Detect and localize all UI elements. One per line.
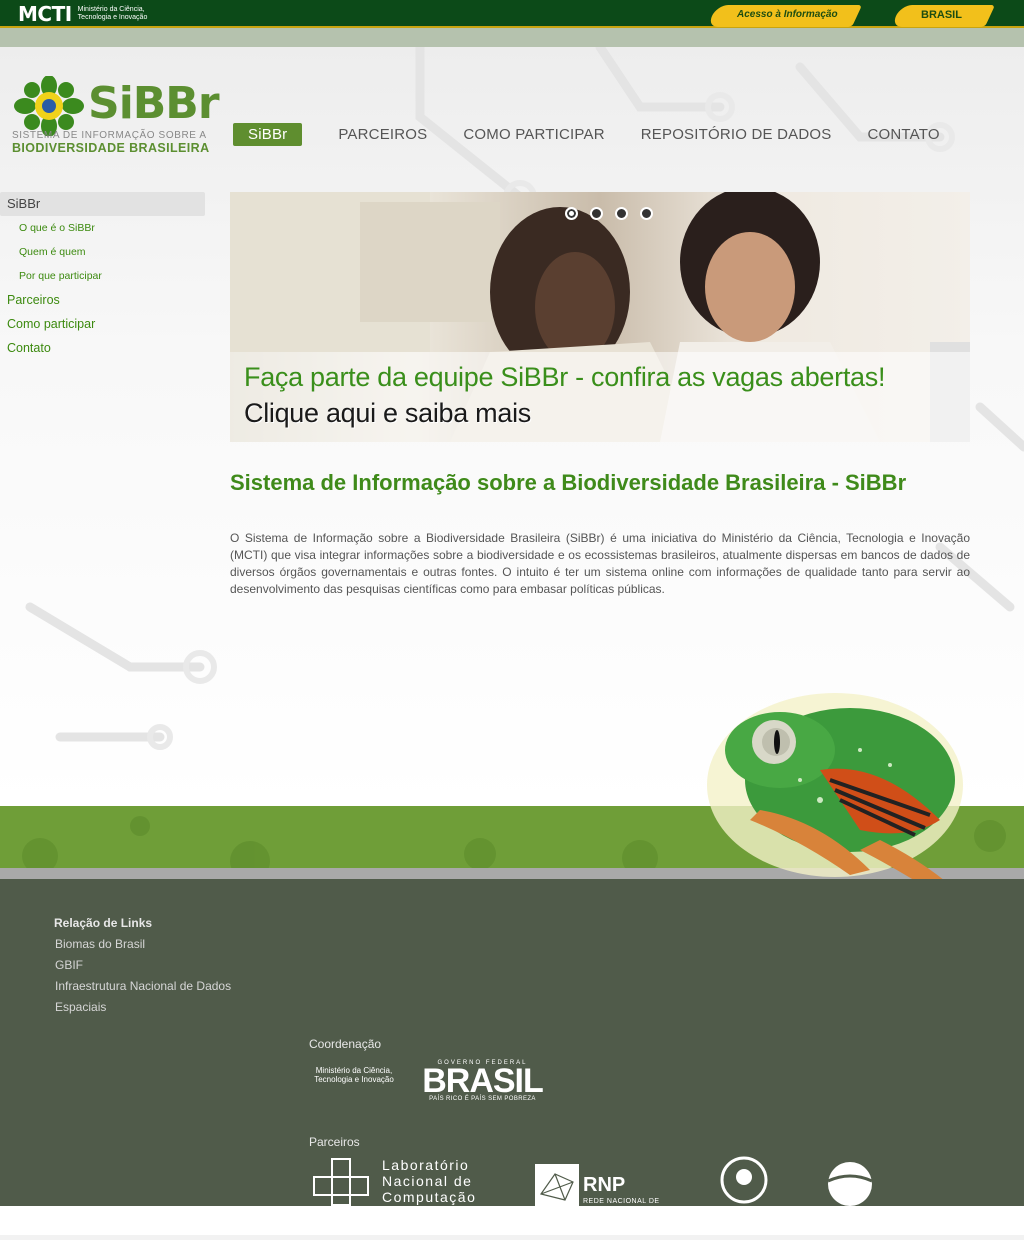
intro-paragraph: O Sistema de Informação sobre a Biodiver… xyxy=(230,531,970,596)
nav-item-repositorio[interactable]: REPOSITÓRIO DE DADOS xyxy=(641,124,832,145)
mcti-logo-text: MCTI xyxy=(18,2,72,26)
logo-tagline-2: BIODIVERSIDADE BRASILEIRA xyxy=(12,141,210,155)
sidebar-subitem-quem-e-quem[interactable]: Quem é quem xyxy=(0,240,205,264)
sidebar-item-parceiros[interactable]: Parceiros xyxy=(0,288,205,312)
sidebar-item-como-participar[interactable]: Como participar xyxy=(0,312,205,336)
footer: Relação de Links Biomas do Brasil GBIF I… xyxy=(0,879,1024,1206)
footer-link-gbif[interactable]: GBIF xyxy=(55,958,83,972)
sibbr-logo[interactable]: SiBBr SISTEMA DE INFORMAÇÃO SOBRE A BIOD… xyxy=(10,76,220,158)
rnp-subtitle: REDE NACIONAL DE xyxy=(583,1198,660,1205)
nav-item-sibbr[interactable]: SiBBr xyxy=(233,123,303,146)
mcti-logo[interactable]: MCTI Ministério da Ciência, Tecnologia e… xyxy=(18,2,158,26)
parceiros-title: Parceiros xyxy=(309,1135,360,1149)
unep-logo-icon[interactable] xyxy=(714,1155,774,1205)
slide-dot-4[interactable] xyxy=(640,207,653,220)
slide-indicators xyxy=(565,207,653,220)
brasil-gov-logo[interactable]: GOVERNO FEDERAL BRASIL PAÍS RICO É PAÍS … xyxy=(420,1060,545,1102)
footer-link-espaciais[interactable]: Espaciais xyxy=(55,1000,106,1014)
footer-link-biomas[interactable]: Biomas do Brasil xyxy=(55,937,145,951)
banner-caption-line1[interactable]: Faça parte da equipe SiBBr - confira as … xyxy=(244,362,885,393)
lnc-cubes-icon xyxy=(313,1158,369,1206)
rnp-logo[interactable]: RNP REDE NACIONAL DE xyxy=(535,1164,665,1209)
logo-tagline-1: SISTEMA DE INFORMAÇÃO SOBRE A xyxy=(12,130,207,141)
acesso-informacao-link[interactable]: Acesso à Informação xyxy=(737,9,838,20)
links-title: Relação de Links xyxy=(54,916,153,930)
nav-item-como-participar[interactable]: COMO PARTICIPAR xyxy=(463,124,604,145)
sidebar-item-contato[interactable]: Contato xyxy=(0,336,205,360)
sidebar-item-sibbr[interactable]: SiBBr xyxy=(0,192,205,216)
lnc-logo[interactable]: Laboratório Nacional de Computação xyxy=(312,1157,497,1207)
mcti-footer-logo[interactable]: Ministério da Ciência, Tecnologia e Inov… xyxy=(309,1066,399,1084)
sidebar-subitem-por-que-participar[interactable]: Por que participar xyxy=(0,264,205,288)
lnc-text: Laboratório Nacional de Computação xyxy=(382,1157,477,1205)
slide-dot-1[interactable] xyxy=(565,207,578,220)
main-nav: SiBBr PARCEIROS COMO PARTICIPAR REPOSITÓ… xyxy=(233,123,976,146)
sidebar: SiBBr O que é o SiBBr Quem é quem Por qu… xyxy=(0,192,205,360)
frog-illustration xyxy=(707,693,963,890)
mcti-logo-subtitle: Ministério da Ciência, Tecnologia e Inov… xyxy=(77,6,148,21)
rnp-network-icon xyxy=(535,1164,579,1206)
footer-link-infraestrutura[interactable]: Infraestrutura Nacional de Dados xyxy=(55,979,231,993)
gef-logo-icon[interactable] xyxy=(820,1159,880,1209)
brasil-word: BRASIL xyxy=(422,1062,544,1100)
banner-caption-line2[interactable]: Clique aqui e saiba mais xyxy=(244,398,531,429)
brasil-slogan: PAÍS RICO É PAÍS SEM POBREZA xyxy=(429,1096,536,1102)
logo-name: SiBBr xyxy=(88,78,220,129)
header-divider xyxy=(0,28,1024,47)
rnp-word: RNP xyxy=(583,1174,626,1196)
coordenacao-title: Coordenação xyxy=(309,1037,382,1051)
nav-item-contato[interactable]: CONTATO xyxy=(867,124,939,145)
brasil-link[interactable]: BRASIL xyxy=(921,9,962,21)
hero-banner[interactable]: Faça parte da equipe SiBBr - confira as … xyxy=(230,192,970,442)
flower-icon xyxy=(14,76,84,136)
slide-dot-3[interactable] xyxy=(615,207,628,220)
sidebar-subitem-o-que-e[interactable]: O que é o SiBBr xyxy=(0,216,205,240)
page-bottom-line xyxy=(0,1235,1024,1240)
government-bar: MCTI Ministério da Ciência, Tecnologia e… xyxy=(0,0,1024,28)
page-title: Sistema de Informação sobre a Biodiversi… xyxy=(230,470,907,495)
slide-dot-2[interactable] xyxy=(590,207,603,220)
nav-item-parceiros[interactable]: PARCEIROS xyxy=(338,124,427,145)
